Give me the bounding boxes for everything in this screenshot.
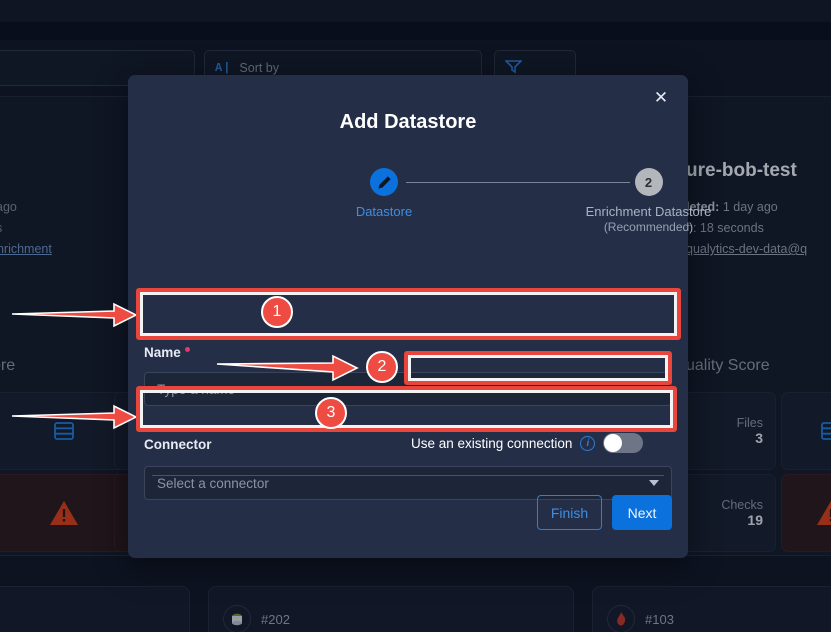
close-icon[interactable]: ✕ [648,85,674,111]
existing-connection-label: Use an existing connection [411,435,573,451]
pencil-icon [370,168,398,196]
divider [152,475,664,476]
screen: A| Sort by ago s enrichment ore ure-bob-… [0,0,831,632]
step-number-2: 2 [634,168,663,196]
name-input[interactable] [144,372,672,406]
info-icon[interactable]: i [580,435,596,451]
step-datastore-label: Datastore [355,204,413,219]
finish-button[interactable]: Finish [537,495,602,530]
next-button[interactable]: Next [612,495,672,530]
page-title: Add Datastore [339,111,477,133]
chevron-down-icon [649,480,659,486]
step-enrichment-sublabel: (Recommended) [603,220,694,234]
existing-connection-toggle[interactable]: Use an existing connection i [411,433,644,453]
connector-select-text: Select a connector [157,475,269,491]
connector-label: Connector [144,437,212,452]
name-label-text: Name [144,345,181,360]
name-label: Name [144,345,190,360]
add-datastore-modal: ✕ Add Datastore Datastore 2 Enrichment D… [128,75,711,558]
step-enrichment-datastore[interactable]: 2 Enrichment Datastore (Recommended) [576,168,721,234]
step-enrichment-label: Enrichment Datastore [585,204,712,219]
toggle-switch[interactable] [603,433,644,453]
step-datastore[interactable]: Datastore [336,168,432,219]
toggle-knob [604,434,623,452]
required-indicator [184,346,190,352]
